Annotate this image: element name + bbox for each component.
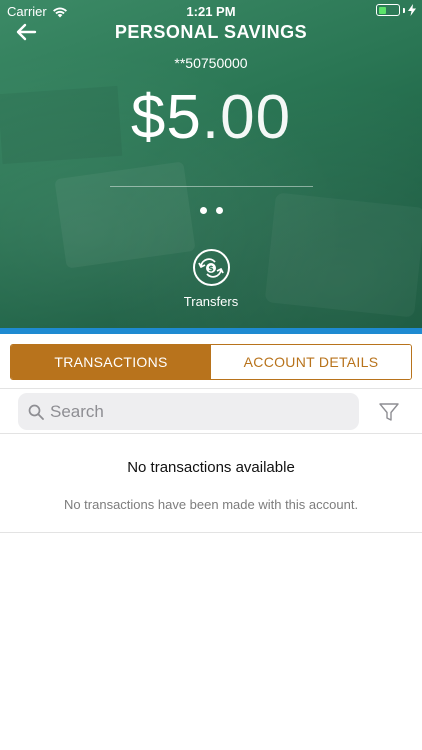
balance-divider (110, 186, 313, 187)
empty-state-message: No transactions have been made with this… (63, 497, 359, 512)
account-tabs: TRANSACTIONS ACCOUNT DETAILS (10, 344, 412, 380)
transfers-label: Transfers (183, 294, 239, 309)
balance-cents: .00 (201, 83, 292, 152)
divider (0, 532, 422, 533)
battery-icon (376, 4, 400, 16)
svg-text:$: $ (208, 264, 214, 273)
page-title: PERSONAL SAVINGS (114, 22, 308, 42)
charging-bolt-icon (408, 4, 416, 16)
tab-account-details[interactable]: ACCOUNT DETAILS (211, 345, 411, 379)
balance-dollars: $5 (130, 83, 202, 152)
account-balance: $5.00 (0, 82, 422, 153)
battery-indicator (376, 4, 416, 16)
divider (0, 388, 422, 389)
account-header: Carrier 1:21 PM PERSONAL SAVINGS **50750… (0, 0, 422, 328)
tab-transactions[interactable]: TRANSACTIONS (11, 345, 211, 379)
page-dot[interactable] (215, 207, 223, 214)
transfers-icon-circle: $ (192, 249, 230, 286)
header-accent-band (0, 328, 422, 334)
battery-tip (403, 7, 405, 13)
battery-level (378, 6, 387, 14)
filter-button[interactable] (378, 401, 400, 423)
search-bar[interactable] (18, 393, 359, 430)
search-icon (28, 404, 44, 420)
divider (0, 433, 422, 434)
money-transfer-icon: $ (198, 257, 224, 278)
status-bar: Carrier 1:21 PM (0, 0, 422, 22)
page-indicator[interactable] (0, 207, 422, 214)
transfers-button[interactable]: $ Transfers (171, 249, 251, 309)
empty-state-title: No transactions available (127, 459, 295, 476)
account-number: **50750000 (174, 55, 248, 71)
filter-icon (379, 403, 399, 421)
search-input[interactable] (50, 401, 330, 422)
status-time: 1:21 PM (186, 4, 236, 19)
page-dot[interactable] (199, 207, 207, 214)
